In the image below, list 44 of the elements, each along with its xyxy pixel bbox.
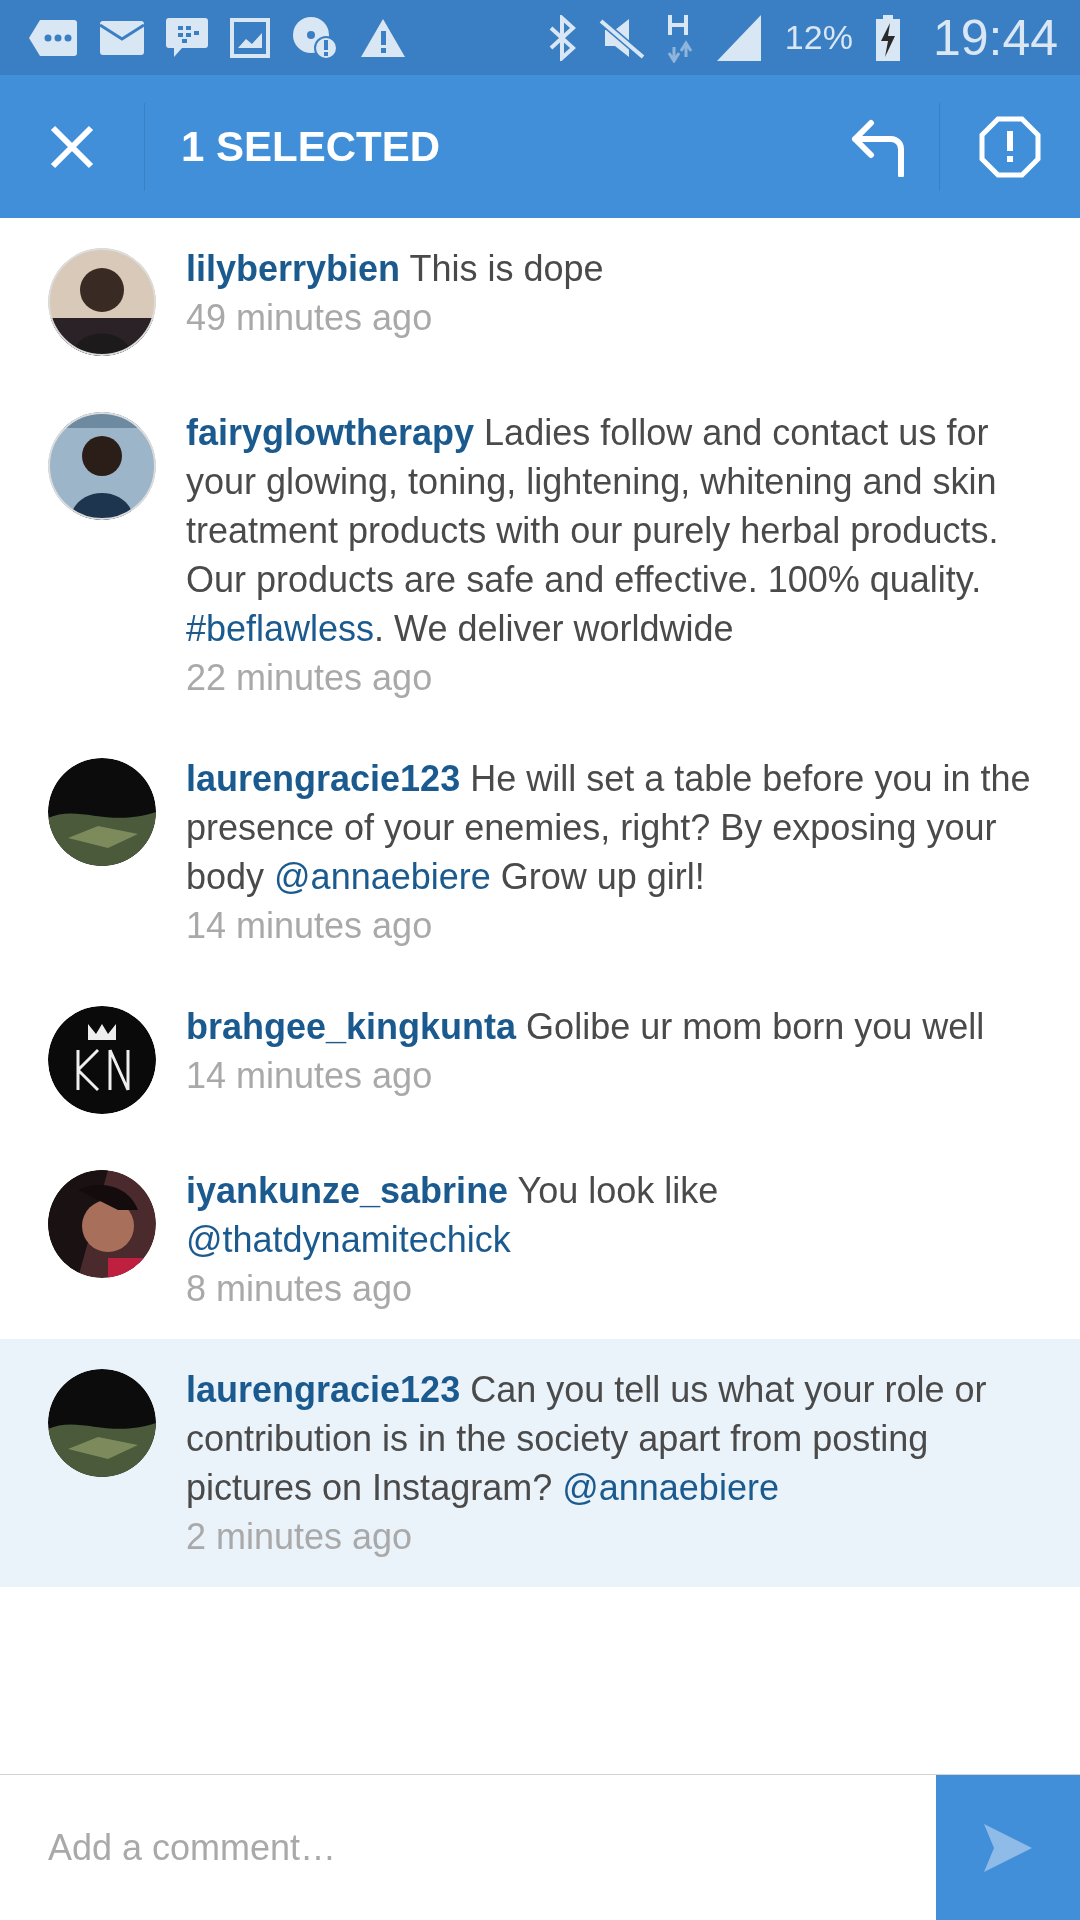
username-link[interactable]: laurengracie123: [186, 1369, 461, 1410]
send-icon: [982, 1821, 1034, 1874]
comment-text: laurengracie123 He will set a table before you in the presence of your enemies, right? By exposing your body @annaebiere Grow up girl!: [186, 757, 1032, 899]
username-link[interactable]: lilyberrybien: [186, 248, 401, 289]
username-link[interactable]: laurengracie123: [186, 758, 461, 799]
comment-time: 14 minutes ago: [186, 904, 434, 948]
username-link[interactable]: fairyglowtherapy: [186, 412, 475, 453]
mention-link[interactable]: @annaebiere: [562, 1467, 779, 1508]
comment-time: 22 minutes ago: [186, 656, 434, 700]
clock-time: 19:44: [932, 8, 1058, 67]
comment-row[interactable]: laurengracie123 Can you tell us what your role or contribution is in the society apart from posting pictures on Instagram? @annaebiere 2 minutes ago: [0, 1339, 1080, 1587]
comment-row[interactable]: brahgee_kingkunta Golibe ur mom born you well 14 minutes ago: [0, 976, 1080, 1140]
comment-text: iyankunze_sabrine You look like @thatdynamitechick: [186, 1169, 720, 1262]
battery-percent: 12%: [784, 18, 853, 57]
comment-time: 2 minutes ago: [186, 1515, 414, 1559]
comment-row[interactable]: laurengracie123 He will set a table before you in the presence of your enemies, right? By exposing your body @annaebiere Grow up girl! 14 minutes ago: [0, 728, 1080, 976]
image-icon: [230, 17, 270, 58]
signal-icon: [714, 14, 763, 61]
report-icon: [979, 115, 1041, 178]
mail-icon: [100, 20, 144, 55]
comment-row[interactable]: lilyberrybien This is dope 49 minutes ago: [0, 218, 1080, 382]
comment-text: lilyberrybien This is dope: [186, 247, 605, 291]
comment-row[interactable]: iyankunze_sabrine You look like @thatdynamitechick 8 minutes ago: [0, 1140, 1080, 1339]
comment-text: laurengracie123 Can you tell us what your role or contribution is in the society apart from posting pictures on Instagram? @annaebiere: [186, 1368, 988, 1510]
network-type-icon: [666, 12, 693, 63]
disc-alert-icon: [292, 15, 338, 60]
warning-icon: [360, 17, 406, 58]
selection-count-title: 1 SELECTED: [181, 122, 442, 171]
comment-time: 14 minutes ago: [186, 1054, 434, 1098]
username-link[interactable]: iyankunze_sabrine: [186, 1170, 509, 1211]
comment-text: fairyglowtherapy Ladies follow and contact us for your glowing, toning, lightening, whitening and skin treatment products with our purely herbal products. Our products are safe and effective. 100% quality. #beflawless. We deliver worldwide: [186, 411, 1000, 651]
hashtag-link[interactable]: #beflawless: [186, 608, 375, 649]
chat-bubble-icon: [28, 17, 78, 58]
message-icon: [166, 17, 208, 58]
mute-icon: [598, 16, 645, 59]
send-button[interactable]: [936, 1775, 1080, 1920]
mention-link[interactable]: @annaebiere: [274, 856, 491, 897]
mention-link[interactable]: @thatdynamitechick: [186, 1219, 511, 1260]
close-icon: [49, 123, 95, 170]
comment-text: brahgee_kingkunta Golibe ur mom born you well: [186, 1005, 986, 1049]
comment-time: 8 minutes ago: [186, 1267, 414, 1311]
username-link[interactable]: brahgee_kingkunta: [186, 1006, 517, 1047]
battery-charging-icon: [874, 14, 901, 61]
comment-time: 49 minutes ago: [186, 296, 434, 340]
